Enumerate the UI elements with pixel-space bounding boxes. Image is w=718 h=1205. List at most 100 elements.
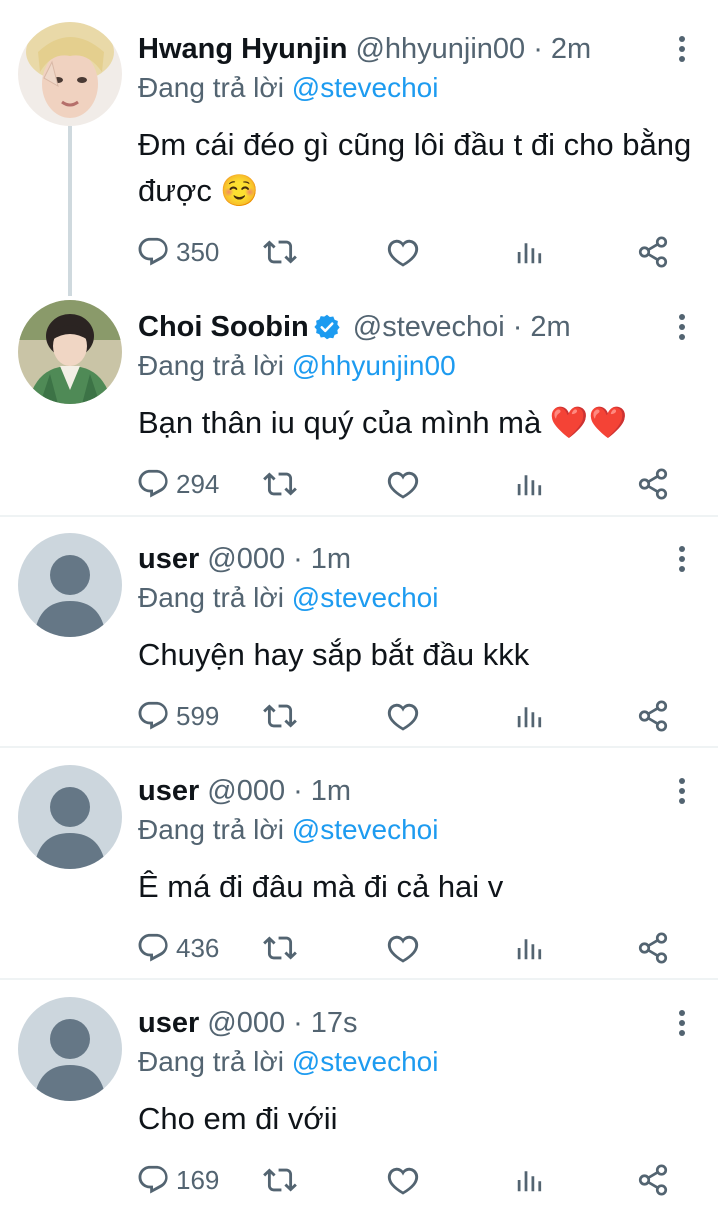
tweet-text: Chuyện hay sắp bắt đầu kkk: [138, 637, 530, 672]
reply-icon: [136, 235, 170, 269]
mention-link[interactable]: @hhyunjin00: [292, 350, 456, 381]
share-button[interactable]: [636, 1160, 670, 1200]
tweet-text: Đm cái đéo gì cũng lôi đầu t đi cho bằng…: [138, 127, 692, 208]
more-options-icon[interactable]: [672, 310, 692, 344]
tweet-text: Bạn thân iu quý của mình mà ❤️❤️: [138, 405, 628, 440]
replying-prefix: Đang trả lời: [138, 350, 284, 381]
separator-dot: ·: [293, 774, 303, 807]
views-button[interactable]: [514, 232, 544, 272]
display-name[interactable]: Choi Soobin: [138, 311, 309, 344]
display-name[interactable]: Hwang Hyunjin: [138, 33, 347, 66]
tweet-text: Ê má đi đâu mà đi cả hai v: [138, 869, 504, 904]
tweet[interactable]: user @000 · 1m Đang trả lời @stevechoi C…: [0, 517, 718, 747]
like-button[interactable]: [386, 232, 420, 272]
user-handle[interactable]: @000: [207, 775, 285, 808]
tweet[interactable]: user @000 · 1m Đang trả lời @stevechoi Ê…: [0, 748, 718, 979]
reply-count: 294: [176, 468, 220, 499]
reply-button[interactable]: 169: [136, 1160, 219, 1200]
timestamp[interactable]: 1m: [311, 775, 351, 808]
retweet-icon: [262, 931, 298, 965]
tweet[interactable]: Choi Soobin @stevechoi · 2m Đang trả lời…: [0, 290, 718, 516]
mention-link[interactable]: @stevechoi: [292, 1046, 439, 1077]
more-options-icon[interactable]: [672, 542, 692, 576]
replying-to: Đang trả lời @stevechoi: [138, 1046, 438, 1078]
reply-button[interactable]: 350: [136, 232, 219, 272]
share-button[interactable]: [636, 928, 670, 968]
analytics-icon: [514, 467, 544, 501]
share-icon: [636, 699, 670, 733]
timestamp[interactable]: 1m: [311, 543, 351, 576]
like-button[interactable]: [386, 464, 420, 504]
tweet[interactable]: user @000 · 17s Đang trả lời @stevechoi …: [0, 980, 718, 1205]
views-button[interactable]: [514, 928, 544, 968]
like-button[interactable]: [386, 696, 420, 736]
analytics-icon: [514, 931, 544, 965]
mention-link[interactable]: @stevechoi: [292, 72, 439, 103]
reply-icon: [136, 931, 170, 965]
timestamp[interactable]: 17s: [311, 1007, 358, 1040]
reply-button[interactable]: 599: [136, 696, 219, 736]
like-button[interactable]: [386, 928, 420, 968]
separator-dot: ·: [512, 310, 523, 343]
share-button[interactable]: [636, 232, 670, 272]
reply-button[interactable]: 436: [136, 928, 219, 968]
retweet-icon: [262, 699, 298, 733]
retweet-button[interactable]: [262, 928, 298, 968]
share-icon: [636, 931, 670, 965]
share-button[interactable]: [636, 464, 670, 504]
share-button[interactable]: [636, 696, 670, 736]
share-icon: [636, 1163, 670, 1197]
views-button[interactable]: [514, 1160, 544, 1200]
display-name[interactable]: user: [138, 543, 199, 576]
heart-icon: [386, 467, 420, 501]
mention-link[interactable]: @stevechoi: [292, 582, 439, 613]
avatar[interactable]: [18, 765, 122, 869]
reply-icon: [136, 699, 170, 733]
more-options-icon[interactable]: [672, 32, 692, 66]
timestamp[interactable]: 2m: [530, 311, 570, 344]
avatar[interactable]: [18, 533, 122, 637]
retweet-button[interactable]: [262, 1160, 298, 1200]
avatar[interactable]: [18, 22, 122, 126]
avatar[interactable]: [18, 997, 122, 1101]
tweet-header: user @000 · 1m: [138, 539, 351, 579]
replying-prefix: Đang trả lời: [138, 582, 284, 613]
heart-icon: [386, 699, 420, 733]
heart-icon: [386, 931, 420, 965]
tweet-header: Hwang Hyunjin @hhyunjin00 · 2m: [138, 29, 591, 69]
retweet-icon: [262, 235, 298, 269]
reply-button[interactable]: 294: [136, 464, 219, 504]
more-options-icon[interactable]: [672, 1006, 692, 1040]
avatar[interactable]: [18, 300, 122, 404]
views-button[interactable]: [514, 696, 544, 736]
verified-badge-icon: [313, 313, 341, 341]
mention-link[interactable]: @stevechoi: [292, 814, 439, 845]
analytics-icon: [514, 1163, 544, 1197]
analytics-icon: [514, 235, 544, 269]
tweet-header: user @000 · 17s: [138, 1003, 358, 1043]
user-handle[interactable]: @stevechoi: [353, 311, 505, 344]
replying-prefix: Đang trả lời: [138, 1046, 284, 1077]
user-handle[interactable]: @000: [207, 543, 285, 576]
tweet[interactable]: Hwang Hyunjin @hhyunjin00 · 2m Đang trả …: [0, 0, 718, 290]
retweet-icon: [262, 1163, 298, 1197]
user-handle[interactable]: @hhyunjin00: [355, 33, 525, 66]
replying-to: Đang trả lời @hhyunjin00: [138, 350, 456, 382]
timestamp[interactable]: 2m: [551, 33, 591, 66]
share-icon: [636, 235, 670, 269]
retweet-icon: [262, 467, 298, 501]
replying-to: Đang trả lời @stevechoi: [138, 72, 438, 104]
views-button[interactable]: [514, 464, 544, 504]
retweet-button[interactable]: [262, 464, 298, 504]
retweet-button[interactable]: [262, 232, 298, 272]
display-name[interactable]: user: [138, 1007, 199, 1040]
replying-to: Đang trả lời @stevechoi: [138, 582, 438, 614]
reply-count: 350: [176, 236, 220, 267]
tweet-header: Choi Soobin @stevechoi · 2m: [138, 307, 571, 347]
display-name[interactable]: user: [138, 775, 199, 808]
like-button[interactable]: [386, 1160, 420, 1200]
more-options-icon[interactable]: [672, 774, 692, 808]
replying-prefix: Đang trả lời: [138, 814, 284, 845]
user-handle[interactable]: @000: [207, 1007, 285, 1040]
retweet-button[interactable]: [262, 696, 298, 736]
